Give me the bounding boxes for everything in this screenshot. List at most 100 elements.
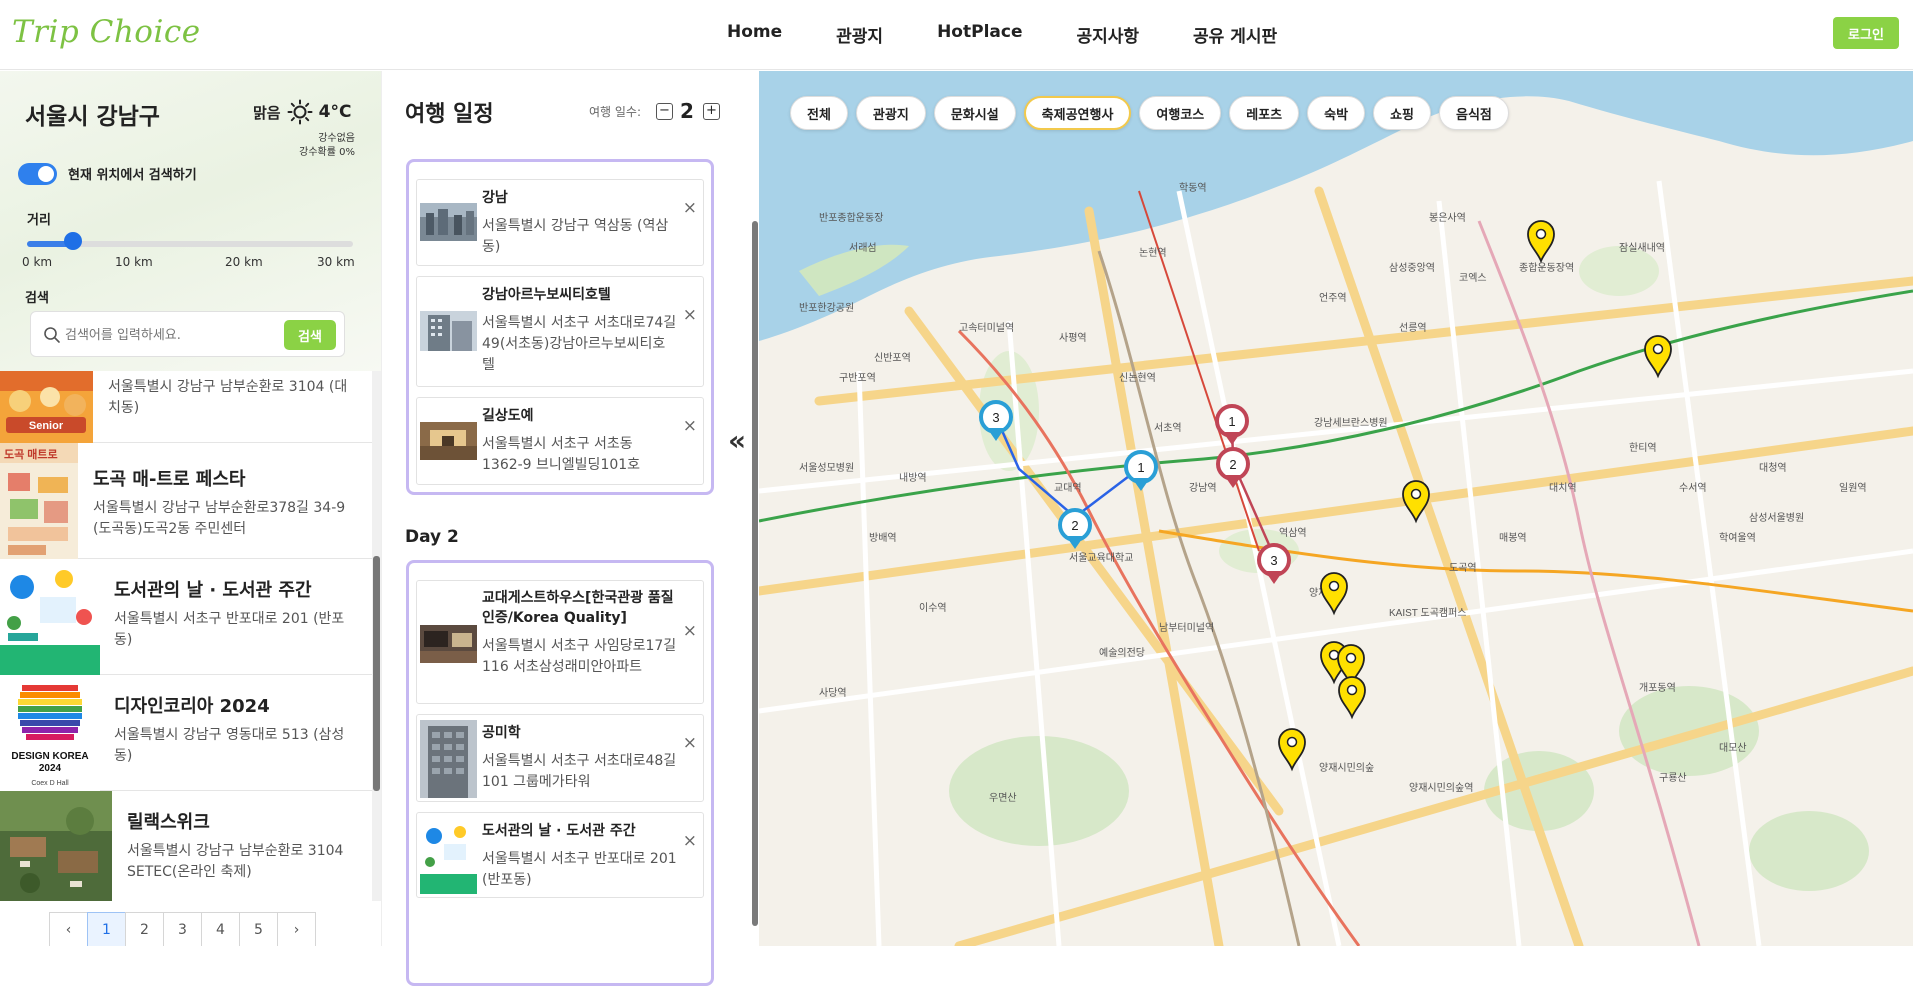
festival-pin[interactable] — [1402, 480, 1430, 524]
festival-pin[interactable] — [1527, 220, 1555, 264]
remove-place-button[interactable]: × — [683, 416, 697, 436]
filter-attractions[interactable]: 관광지 — [855, 96, 926, 130]
festival-pin[interactable] — [1644, 335, 1672, 379]
nav-home[interactable]: Home — [700, 22, 809, 47]
filter-leisure[interactable]: 레포츠 — [1229, 96, 1300, 130]
day1-pin-1[interactable]: 1 — [1124, 450, 1158, 491]
logo[interactable]: Trip Choice — [12, 14, 201, 50]
remove-place-button[interactable]: × — [683, 733, 697, 753]
weather-precip: 강수없음 강수확률 0% — [285, 132, 355, 160]
itinerary-scrollbar[interactable] — [752, 221, 758, 926]
page-prev-button[interactable]: ‹ — [49, 912, 88, 946]
precip-prob: 강수확률 0% — [299, 147, 355, 158]
map-label: 삼성서울병원 — [1749, 512, 1804, 524]
place-title: 도서관의 날 · 도서관 주간 — [482, 823, 636, 839]
page-button-5[interactable]: 5 — [239, 912, 278, 946]
result-thumbnail — [0, 791, 112, 901]
location-toggle[interactable] — [18, 163, 57, 185]
page-next-button[interactable]: › — [277, 912, 316, 946]
map-label: 구반포역 — [839, 372, 876, 384]
collapse-panel-button[interactable]: « — [728, 424, 746, 457]
list-item[interactable]: Senior 서울특별시 강남구 남부순환로 3104 (대치동) — [0, 371, 372, 443]
list-item[interactable]: DESIGN KOREA 2024 Coex D Hall 디자인코리아 202… — [0, 675, 372, 791]
map-label: 사평역 — [1059, 332, 1087, 344]
place-address: 서울특별시 서초구 서초동 1362-9 브니엘빌딩101호 — [482, 436, 641, 473]
distance-slider-thumb[interactable] — [64, 232, 82, 250]
filter-all[interactable]: 전체 — [790, 96, 848, 130]
search-panel: 서울시 강남구 맑음 4°C 강수없음 강수확률 0% 현재 위치에서 검색하기… — [0, 71, 381, 946]
days-decrement-button[interactable]: − — [656, 103, 673, 120]
nav-notice[interactable]: 공지사항 — [1049, 22, 1166, 47]
itinerary-card[interactable]: 공미학 서울특별시 서초구 서초대로48길 101 그룹메가타워 × — [416, 714, 704, 802]
day2-pin-2[interactable]: 2 — [1216, 447, 1250, 488]
map-label: 대청역 — [1759, 462, 1787, 474]
map-label: 대치역 — [1549, 482, 1577, 494]
list-item[interactable]: 도곡 매트로 도곡 매-트로 페스타 서울특별시 강남구 남부순환로378길 3… — [0, 443, 372, 559]
pin-label: 3 — [992, 410, 999, 425]
nav-hotplace[interactable]: HotPlace — [910, 22, 1049, 47]
remove-place-button[interactable]: × — [683, 621, 697, 641]
map-label: 언주역 — [1319, 292, 1347, 304]
result-title: 도곡 매-트로 페스타 — [93, 469, 246, 490]
itinerary-card[interactable]: 도서관의 날 · 도서관 주간 서울특별시 서초구 반포대로 201 (반포동)… — [416, 812, 704, 898]
map-view[interactable]: 반포한강공원 서래섬 반포종합운동장 고속터미널역 신반포역 구반포역 사평역 신논현역 논현역… — [759, 71, 1913, 946]
map-label: 신논현역 — [1119, 372, 1156, 384]
festival-pin[interactable] — [1338, 676, 1366, 720]
pin-label: 2 — [1071, 518, 1078, 533]
page-button-4[interactable]: 4 — [201, 912, 240, 946]
svg-text:도곡 매트로: 도곡 매트로 — [4, 447, 58, 461]
remove-place-button[interactable]: × — [683, 305, 697, 325]
page-button-2[interactable]: 2 — [125, 912, 164, 946]
map-label: 한티역 — [1629, 442, 1657, 454]
search-button[interactable]: 검색 — [284, 320, 336, 350]
main-nav: Home 관광지 HotPlace 공지사항 공유 게시판 — [700, 22, 1304, 47]
map-label: 예술의전당 — [1099, 647, 1145, 659]
map-label: 역삼역 — [1279, 527, 1307, 539]
filter-course[interactable]: 여행코스 — [1139, 96, 1222, 130]
days-increment-button[interactable]: + — [703, 103, 720, 120]
nav-attractions[interactable]: 관광지 — [809, 22, 910, 47]
itinerary-card[interactable]: 길상도예 서울특별시 서초구 서초동 1362-9 브니엘빌딩101호 × — [416, 397, 704, 485]
result-title: 도서관의 날 · 도서관 주간 — [114, 580, 312, 601]
results-scrollbar[interactable] — [372, 371, 381, 901]
itinerary-card[interactable]: 교대게스트하우스[한국관광 품질인증/Korea Quality] 서울특별시 … — [416, 580, 704, 704]
remove-place-button[interactable]: × — [683, 831, 697, 851]
itinerary-card[interactable]: 강남 서울특별시 강남구 역삼동 (역삼동) × — [416, 179, 704, 266]
map-label: 대모산 — [1719, 742, 1747, 754]
results-scrollbar-thumb[interactable] — [373, 556, 380, 791]
festival-pin[interactable] — [1320, 572, 1348, 616]
page-button-3[interactable]: 3 — [163, 912, 202, 946]
map-label: 잠실새내역 — [1619, 242, 1665, 254]
result-address: 서울특별시 서초구 반포대로 201 (반포동) — [114, 611, 345, 648]
tick-label: 10 km — [115, 255, 153, 269]
map-label: 신반포역 — [874, 352, 911, 364]
place-thumbnail — [420, 625, 477, 663]
search-input[interactable] — [65, 323, 305, 347]
itinerary-card[interactable]: 강남아르누보씨티호텔 서울특별시 서초구 서초대로74길 49(서초동)강남아르… — [416, 276, 704, 387]
search-panel-header: 서울시 강남구 맑음 4°C 강수없음 강수확률 0% 현재 위치에서 검색하기… — [0, 71, 381, 371]
nav-board[interactable]: 공유 게시판 — [1166, 22, 1304, 47]
days-label: 여행 일수: — [589, 105, 642, 119]
map-label: 강남세브란스병원 — [1314, 417, 1388, 429]
filter-culture[interactable]: 문화시설 — [933, 96, 1016, 130]
map-canvas[interactable]: 반포한강공원 서래섬 반포종합운동장고속터미널역신반포역구반포역 사평역신논현역 논현역… — [759, 71, 1913, 946]
weather-temp: 4°C — [318, 102, 352, 122]
map-label: 매봉역 — [1499, 532, 1527, 544]
filter-food[interactable]: 음식점 — [1439, 96, 1509, 130]
page-button-1[interactable]: 1 — [87, 912, 126, 946]
filter-lodging[interactable]: 숙박 — [1307, 96, 1366, 130]
login-button[interactable]: 로그인 — [1833, 17, 1899, 49]
remove-place-button[interactable]: × — [683, 198, 697, 218]
result-thumbnail: Senior — [0, 371, 93, 443]
sun-icon — [287, 99, 313, 125]
filter-festival[interactable]: 축제공연행사 — [1023, 96, 1132, 130]
map-label: 양재시민의숲역 — [1409, 782, 1473, 794]
result-title: 릴랙스위크 — [127, 812, 210, 833]
search-icon — [44, 327, 60, 343]
list-item[interactable]: 도서관의 날 · 도서관 주간 서울특별시 서초구 반포대로 201 (반포동) — [0, 559, 372, 675]
svg-text:2024: 2024 — [39, 763, 62, 774]
list-item[interactable]: 릴랙스위크 서울특별시 강남구 남부순환로 3104 SETEC(온라인 축제) — [0, 791, 372, 901]
filter-shopping[interactable]: 쇼핑 — [1373, 96, 1431, 130]
map-label: 논현역 — [1139, 247, 1167, 259]
map-label: 수서역 — [1679, 482, 1707, 494]
